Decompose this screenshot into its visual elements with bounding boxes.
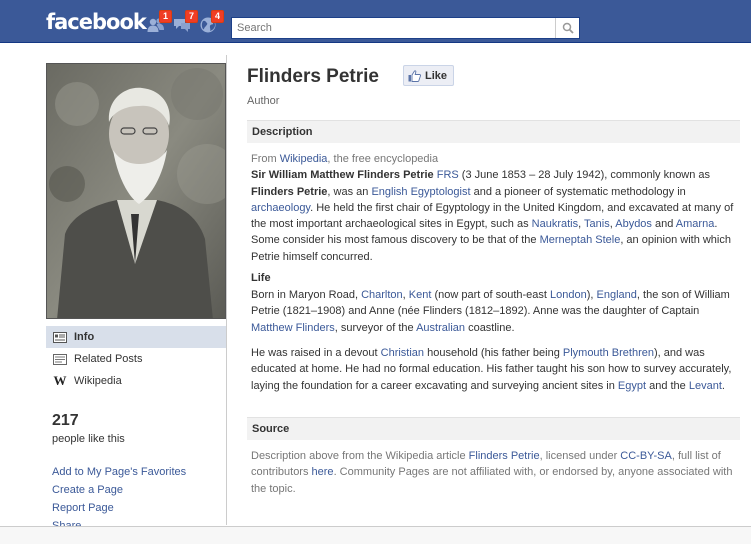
abydos-link[interactable]: Abydos: [615, 218, 652, 230]
england-link[interactable]: England: [597, 289, 637, 301]
text-run: coastline.: [465, 321, 515, 334]
known-as-name: Flinders Petrie: [251, 185, 328, 198]
description-header: Description: [247, 120, 740, 143]
text-run: (3 June 1853 – 28 July 1942), commonly k…: [458, 169, 711, 182]
frs-link[interactable]: FRS: [437, 169, 459, 181]
side-nav-related-posts-label: Related Posts: [74, 353, 143, 365]
posts-icon: [53, 353, 67, 365]
wikipedia-icon: W: [53, 373, 67, 388]
text-run: He was raised in a devout: [251, 347, 381, 359]
side-nav-wikipedia[interactable]: W Wikipedia: [46, 370, 226, 392]
bottom-bar: [0, 526, 751, 544]
source-header: Source: [247, 417, 740, 440]
from-prefix: From: [251, 153, 280, 165]
text-run: and the: [646, 379, 689, 392]
naukratis-link[interactable]: Naukratis: [532, 218, 578, 230]
side-nav-related-posts[interactable]: Related Posts: [46, 348, 226, 370]
report-page-link[interactable]: Report Page: [52, 499, 186, 517]
london-link[interactable]: London: [550, 289, 587, 301]
side-links: Add to My Page's Favorites Create a Page…: [52, 463, 186, 535]
likes-count: 217: [52, 412, 79, 429]
matthew-flinders-link[interactable]: Matthew Flinders: [251, 322, 335, 334]
tanis-link[interactable]: Tanis: [584, 218, 610, 230]
text-run: ),: [586, 289, 597, 301]
life-paragraph-1: Born in Maryon Road, Charlton, Kent (now…: [251, 287, 736, 336]
egypt-link[interactable]: Egypt: [618, 380, 646, 392]
levant-link[interactable]: Levant: [689, 380, 722, 392]
notifications-badge: 4: [210, 10, 224, 23]
amarna-link[interactable]: Amarna: [676, 218, 715, 230]
text-run: , surveyor of the: [334, 321, 417, 334]
page-title: Flinders Petrie: [247, 66, 379, 87]
english-link[interactable]: English: [371, 186, 407, 198]
search-button[interactable]: [555, 18, 579, 38]
search-input[interactable]: [232, 18, 555, 38]
add-to-favorites-link[interactable]: Add to My Page's Favorites: [52, 463, 186, 481]
merneptah-stele-link[interactable]: Merneptah Stele: [540, 234, 621, 246]
page-category: Author: [247, 95, 280, 107]
text-run: , licensed under: [539, 450, 621, 462]
search-box: [231, 17, 580, 39]
life-header: Life: [251, 272, 271, 284]
egyptologist-link[interactable]: Egyptologist: [411, 186, 471, 198]
christian-link[interactable]: Christian: [381, 347, 424, 359]
article-link[interactable]: Flinders Petrie: [469, 450, 540, 462]
like-button-label: Like: [425, 69, 448, 82]
search-icon: [562, 22, 574, 34]
column-divider: [226, 55, 227, 525]
source-text: Description above from the Wikipedia art…: [251, 448, 736, 497]
text-run: , was an: [327, 185, 372, 198]
text-run: (now part of south-east: [431, 289, 551, 301]
description-text: From Wikipedia, the free encyclopedia Si…: [251, 151, 736, 265]
charlton-link[interactable]: Charlton: [361, 289, 403, 301]
side-nav-info[interactable]: Info: [46, 326, 226, 348]
life-paragraph-2: He was raised in a devout Christian hous…: [251, 345, 736, 394]
facebook-logo[interactable]: facebook: [46, 10, 147, 34]
text-run: and: [651, 218, 676, 231]
plymouth-brethren-link[interactable]: Plymouth Brethren: [563, 347, 654, 359]
top-bar: facebook 1 7 4: [0, 0, 751, 43]
full-name: Sir William Matthew Flinders Petrie: [251, 169, 434, 182]
kent-link[interactable]: Kent: [409, 289, 432, 301]
thumbs-up-icon: [408, 69, 421, 82]
like-button[interactable]: Like: [403, 65, 455, 86]
archaeology-link[interactable]: archaeology: [251, 202, 310, 214]
text-run: Description above from the Wikipedia art…: [251, 450, 469, 462]
side-nav-wikipedia-label: Wikipedia: [74, 375, 122, 387]
portrait-image: [47, 64, 225, 318]
wikipedia-link[interactable]: Wikipedia: [280, 153, 328, 165]
from-suffix: , the free encyclopedia: [327, 153, 439, 165]
messages-badge: 7: [184, 10, 198, 23]
create-page-link[interactable]: Create a Page: [52, 481, 186, 499]
friend-requests-jewel[interactable]: 1: [146, 10, 172, 35]
side-nav-info-label: Info: [74, 331, 95, 343]
side-nav: Info Related Posts W Wikipedia: [46, 326, 226, 392]
messages-jewel[interactable]: 7: [172, 10, 198, 35]
likes-label: people like this: [52, 433, 125, 445]
friend-requests-badge: 1: [158, 10, 172, 23]
profile-picture[interactable]: [46, 63, 226, 319]
text-run: Born in Maryon Road,: [251, 289, 362, 301]
australian-link[interactable]: Australian: [416, 322, 465, 334]
text-run: .: [721, 379, 725, 392]
info-icon: [53, 331, 67, 343]
text-run: household (his father being: [424, 347, 563, 359]
notifications-jewel[interactable]: 4: [198, 10, 224, 35]
text-run: and a pioneer of systematic methodology …: [470, 185, 686, 198]
license-link[interactable]: CC-BY-SA: [620, 450, 672, 462]
contributors-link[interactable]: here: [312, 466, 334, 478]
